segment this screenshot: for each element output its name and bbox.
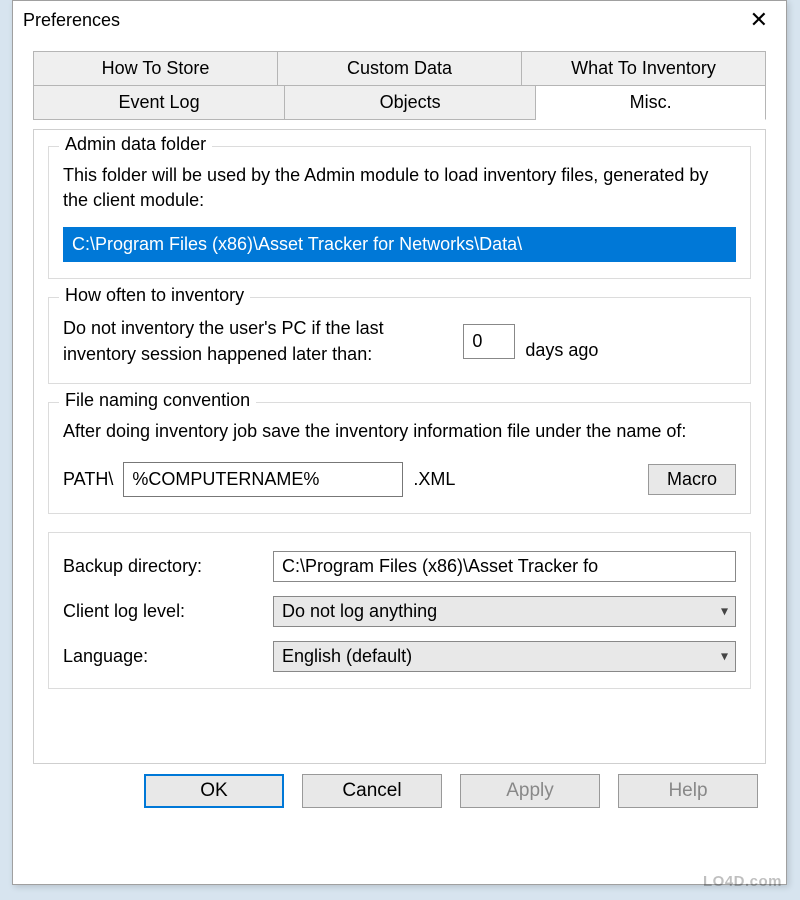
tab-misc[interactable]: Misc.	[536, 85, 766, 120]
tab-row-2: Event Log Objects Misc.	[33, 85, 766, 120]
how-often-description: Do not inventory the user's PC if the la…	[63, 316, 453, 366]
tab-how-to-store[interactable]: How To Store	[33, 51, 278, 86]
language-value: English (default)	[273, 641, 736, 672]
macro-button[interactable]: Macro	[648, 464, 736, 495]
help-button[interactable]: Help	[618, 774, 758, 808]
window-title: Preferences	[23, 10, 120, 31]
tab-event-log[interactable]: Event Log	[33, 85, 285, 120]
group-bottom-settings: Backup directory: Client log level: Do n…	[48, 532, 751, 689]
file-naming-description: After doing inventory job save the inven…	[63, 419, 736, 444]
titlebar: Preferences ✕	[13, 1, 786, 43]
tab-row-1: How To Store Custom Data What To Invento…	[33, 51, 766, 86]
close-icon[interactable]: ✕	[742, 7, 776, 33]
content-area: How To Store Custom Data What To Invento…	[13, 43, 786, 816]
client-log-dropdown[interactable]: Do not log anything ▾	[273, 596, 736, 627]
admin-description: This folder will be used by the Admin mo…	[63, 163, 736, 213]
chevron-down-icon: ▾	[721, 603, 728, 620]
client-log-value: Do not log anything	[273, 596, 736, 627]
dialog-button-bar: OK Cancel Apply Help	[33, 774, 766, 808]
client-log-label: Client log level:	[63, 601, 263, 622]
backup-dir-label: Backup directory:	[63, 556, 263, 577]
group-how-often: How often to inventory Do not inventory …	[48, 297, 751, 383]
group-file-naming: File naming convention After doing inven…	[48, 402, 751, 514]
filename-input[interactable]	[123, 462, 403, 497]
tab-objects[interactable]: Objects	[285, 85, 536, 120]
tab-custom-data[interactable]: Custom Data	[278, 51, 522, 86]
days-input[interactable]	[463, 324, 515, 359]
group-admin-data-folder: Admin data folder This folder will be us…	[48, 146, 751, 279]
watermark: LO4D.com	[703, 873, 782, 890]
language-label: Language:	[63, 646, 263, 667]
apply-button[interactable]: Apply	[460, 774, 600, 808]
days-suffix: days ago	[525, 322, 598, 361]
group-legend-admin: Admin data folder	[59, 134, 212, 155]
tab-what-to-inventory[interactable]: What To Inventory	[522, 51, 766, 86]
ext-label: .XML	[413, 469, 455, 490]
backup-dir-input[interactable]	[273, 551, 736, 582]
path-prefix-label: PATH\	[63, 469, 113, 490]
cancel-button[interactable]: Cancel	[302, 774, 442, 808]
group-legend-how-often: How often to inventory	[59, 285, 250, 306]
ok-button[interactable]: OK	[144, 774, 284, 808]
group-legend-file-naming: File naming convention	[59, 390, 256, 411]
tab-panel-misc: Admin data folder This folder will be us…	[33, 129, 766, 764]
admin-path-input[interactable]	[63, 227, 736, 262]
chevron-down-icon: ▾	[721, 648, 728, 665]
language-dropdown[interactable]: English (default) ▾	[273, 641, 736, 672]
preferences-window: Preferences ✕ How To Store Custom Data W…	[12, 0, 787, 885]
